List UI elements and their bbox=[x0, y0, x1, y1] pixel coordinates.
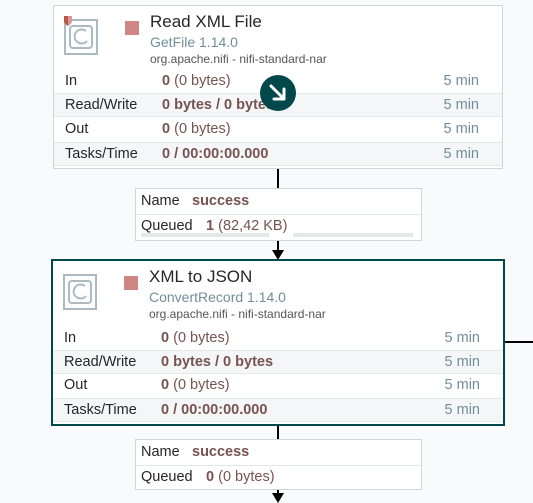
stat-value-wrapper: 0 (0 bytes) bbox=[161, 330, 230, 346]
stat-value: 0 bbox=[162, 73, 171, 89]
connection-queued-value: 0 (0 bytes) bbox=[206, 469, 275, 485]
stat-time: 5 min bbox=[443, 146, 479, 162]
stat-value-wrapper: 0 (0 bytes) bbox=[162, 121, 231, 137]
stat-time: 5 min bbox=[443, 73, 479, 89]
connection-queued-value: 1 (82,42 KB) bbox=[206, 218, 287, 234]
queued-size: (0 bytes) bbox=[218, 469, 275, 485]
stat-extra: (0 bytes) bbox=[174, 121, 231, 137]
divider bbox=[136, 214, 421, 215]
processor-type: GetFile 1.14.0 bbox=[150, 34, 238, 50]
queue-bar-right bbox=[293, 233, 413, 237]
connection-name-line: Name success bbox=[141, 191, 411, 213]
stopped-square-icon bbox=[125, 21, 139, 35]
processor-header: XML to JSON ConvertRecord 1.14.0 org.apa… bbox=[53, 261, 503, 324]
queued-count: 0 bbox=[206, 469, 215, 485]
connection-arrow-icon bbox=[272, 493, 284, 503]
stat-row-out: Out 0 (0 bytes) 5 min bbox=[54, 118, 502, 142]
connection-name-label: Name bbox=[141, 193, 180, 209]
stat-row-tasks: Tasks/Time 0 / 00:00:00.000 5 min bbox=[53, 398, 503, 422]
stat-value: 0 / 00:00:00.000 bbox=[161, 402, 268, 418]
processor-name: Read XML File bbox=[150, 12, 262, 31]
processor-xml-to-json[interactable]: XML to JSON ConvertRecord 1.14.0 org.apa… bbox=[51, 259, 505, 426]
stat-label: Out bbox=[65, 121, 89, 137]
stat-time: 5 min bbox=[444, 402, 480, 418]
connection-edge[interactable] bbox=[277, 168, 279, 188]
stat-value: 0 bbox=[161, 330, 170, 346]
processor-bundle: org.apache.nifi - nifi-standard-nar bbox=[149, 307, 326, 321]
stat-time: 5 min bbox=[443, 121, 479, 137]
stat-extra: (0 bytes) bbox=[173, 330, 230, 346]
connection-queued-label: Queued bbox=[141, 469, 193, 485]
stat-time: 5 min bbox=[443, 97, 479, 113]
stat-row-readwrite: Read/Write 0 bytes / 0 bytes 5 min bbox=[53, 350, 503, 374]
connection-edge[interactable] bbox=[277, 425, 279, 439]
navigate-arrow-icon[interactable] bbox=[260, 75, 296, 111]
processor-icon bbox=[63, 273, 97, 311]
stat-label: Tasks/Time bbox=[65, 146, 138, 162]
stat-value: 0 / 00:00:00.000 bbox=[162, 146, 269, 162]
restricted-shield-icon bbox=[63, 14, 73, 32]
stat-row-out: Out 0 (0 bytes) 5 min bbox=[53, 374, 503, 398]
connection-queued-line: Queued 0 (0 bytes) bbox=[141, 467, 411, 489]
processor-header: Read XML File GetFile 1.14.0 org.apache.… bbox=[54, 6, 502, 69]
stat-row-in: In 0 (0 bytes) 5 min bbox=[53, 327, 503, 351]
processor-name: XML to JSON bbox=[149, 267, 253, 286]
stat-time: 5 min bbox=[444, 377, 480, 393]
stat-label: Read/Write bbox=[65, 97, 138, 113]
stat-label: Out bbox=[64, 377, 88, 393]
connection-name-value: success bbox=[192, 444, 250, 460]
stopped-square-icon bbox=[124, 276, 138, 290]
queued-size: (82,42 KB) bbox=[218, 218, 288, 234]
connection-name-line: Name success bbox=[141, 442, 411, 464]
stat-row-tasks: Tasks/Time 0 / 00:00:00.000 5 min bbox=[54, 142, 502, 166]
connection-edge[interactable] bbox=[504, 341, 533, 343]
processor-type: ConvertRecord 1.14.0 bbox=[149, 289, 286, 305]
stat-value: 0 bbox=[162, 121, 171, 137]
stat-label: Tasks/Time bbox=[64, 402, 137, 418]
stat-time: 5 min bbox=[444, 354, 480, 370]
processor-bundle: org.apache.nifi - nifi-standard-nar bbox=[150, 52, 327, 66]
stat-time: 5 min bbox=[444, 330, 480, 346]
queue-bar-left bbox=[141, 233, 269, 237]
stat-value: 0 bytes / 0 bytes bbox=[161, 354, 274, 370]
stat-value-wrapper: 0 (0 bytes) bbox=[162, 73, 231, 89]
connection-queued-label: Queued bbox=[141, 218, 193, 234]
stat-label: In bbox=[64, 330, 77, 346]
stat-label: In bbox=[65, 73, 78, 89]
stat-value: 0 bytes / 0 bytes bbox=[162, 97, 275, 113]
stat-label: Read/Write bbox=[64, 354, 137, 370]
divider bbox=[136, 465, 421, 466]
queued-count: 1 bbox=[206, 218, 215, 234]
stat-extra: (0 bytes) bbox=[173, 377, 230, 393]
connection-label-success-2[interactable]: Name success Queued 0 (0 bytes) bbox=[135, 439, 422, 490]
connection-label-success[interactable]: Name success Queued 1 (82,42 KB) bbox=[135, 188, 422, 241]
stat-extra: (0 bytes) bbox=[174, 73, 231, 89]
stat-value: 0 bbox=[161, 377, 170, 393]
stat-value-wrapper: 0 (0 bytes) bbox=[161, 377, 230, 393]
connection-name-label: Name bbox=[141, 444, 180, 460]
connection-name-value: success bbox=[192, 193, 250, 209]
